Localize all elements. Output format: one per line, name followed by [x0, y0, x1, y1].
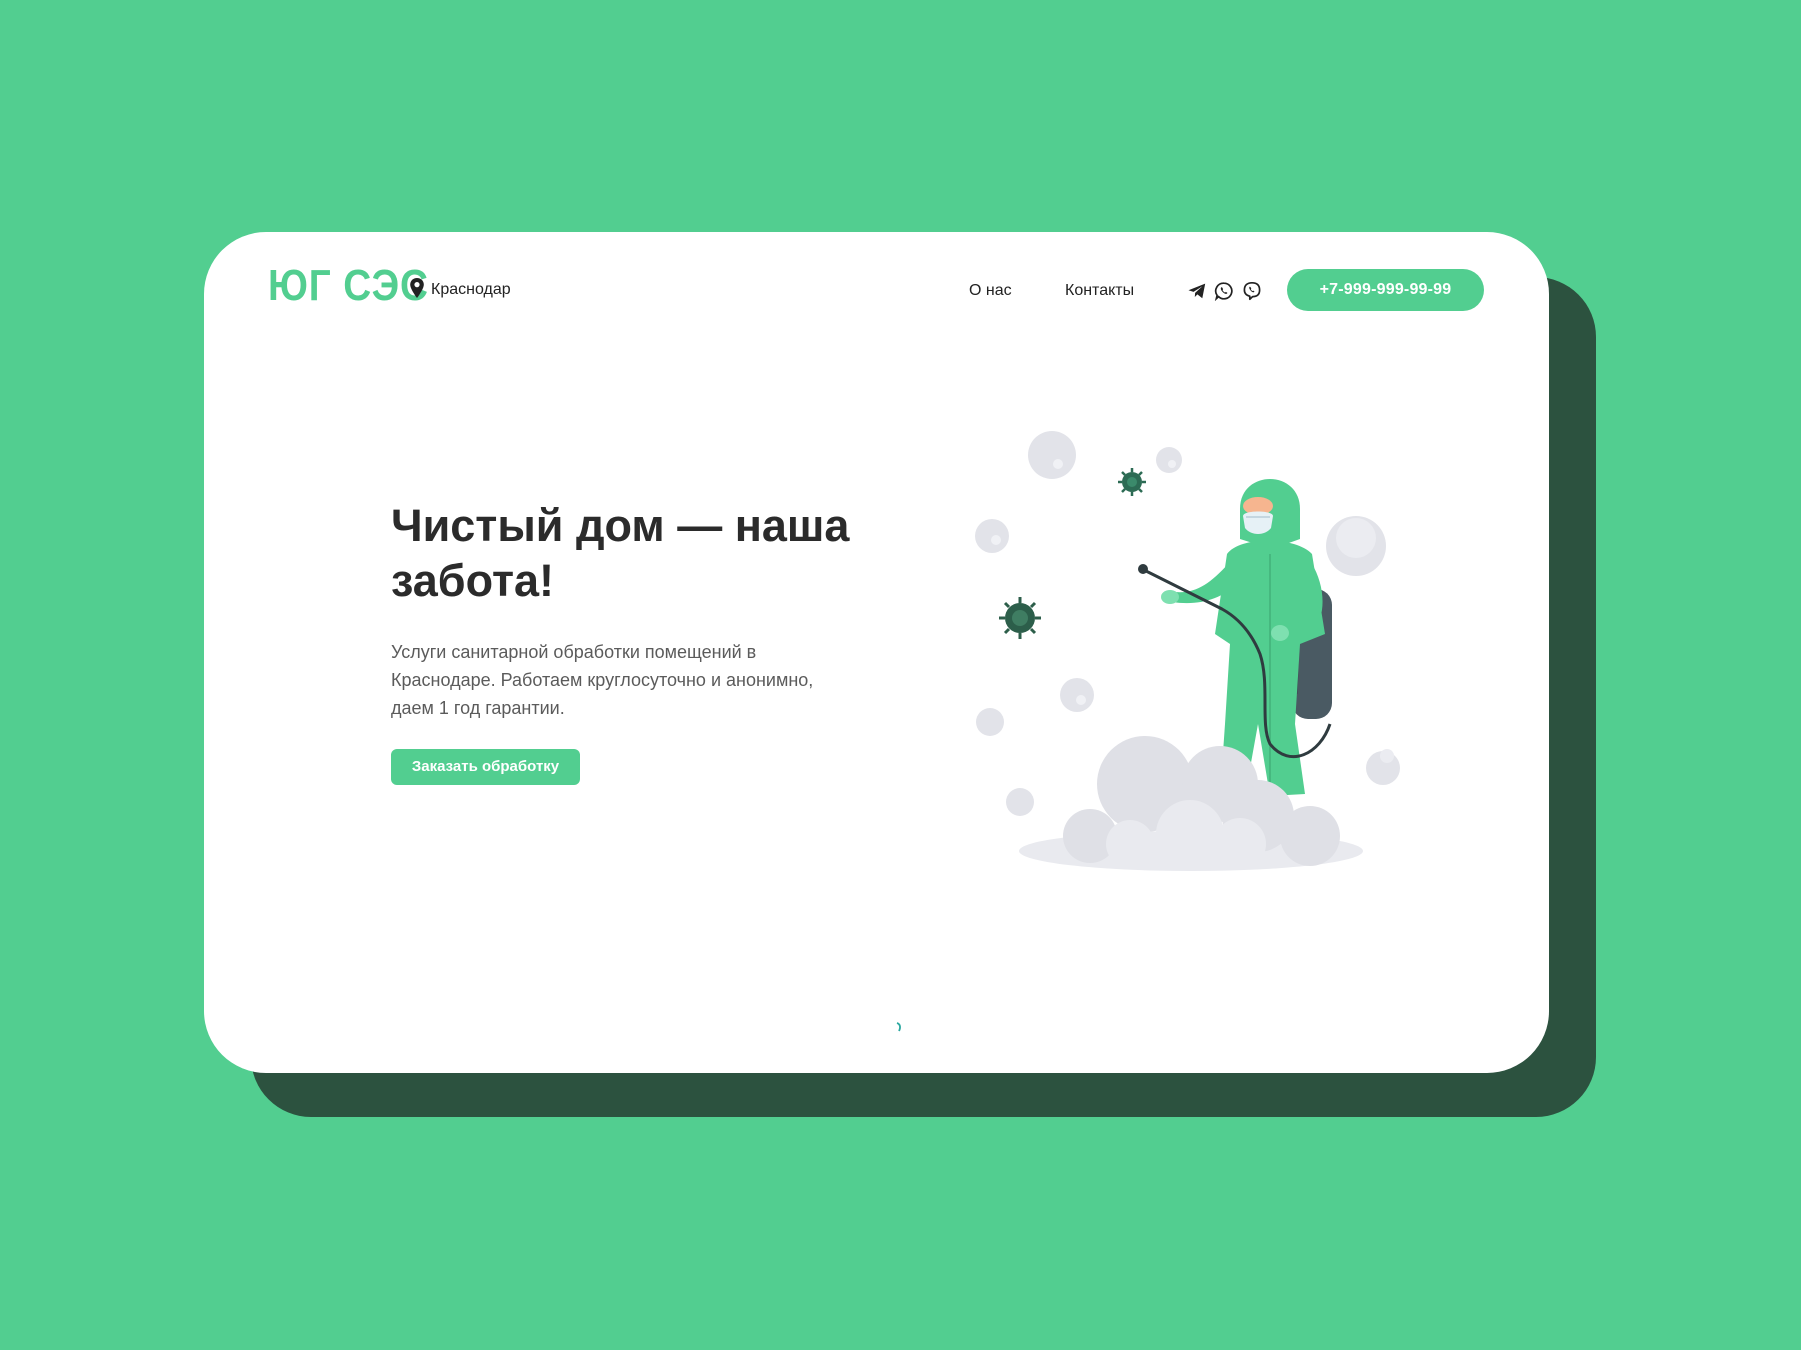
- hero-title: Чистый дом — наша забота!: [391, 500, 850, 606]
- virus-icon: [999, 468, 1146, 779]
- landing-card: ЮГ СЭС Краснодар О нас Контакты +7-999-9…: [204, 232, 1549, 1073]
- viber-icon[interactable]: [1242, 281, 1262, 301]
- logo[interactable]: ЮГ СЭС: [268, 262, 429, 310]
- scroll-indicator-icon: [896, 1022, 901, 1032]
- phone-button[interactable]: +7-999-999-99-99: [1287, 269, 1484, 311]
- bubbles: [975, 431, 1400, 816]
- city-label: Краснодар: [431, 281, 511, 298]
- nav-link-about[interactable]: О нас: [969, 281, 1012, 301]
- order-treatment-button[interactable]: Заказать обработку: [391, 749, 580, 785]
- telegram-icon[interactable]: [1187, 281, 1207, 301]
- location-pin-icon: [410, 278, 424, 298]
- worker-figure: [1161, 479, 1325, 796]
- disinfector-illustration: [975, 431, 1400, 871]
- hero-description: Услуги санитарной обработки помещений в …: [391, 642, 814, 718]
- smoke-cloud: [1019, 736, 1363, 871]
- whatsapp-icon[interactable]: [1214, 281, 1234, 301]
- nav-link-contacts[interactable]: Контакты: [1065, 281, 1134, 301]
- city-selector[interactable]: Краснодар: [409, 276, 511, 300]
